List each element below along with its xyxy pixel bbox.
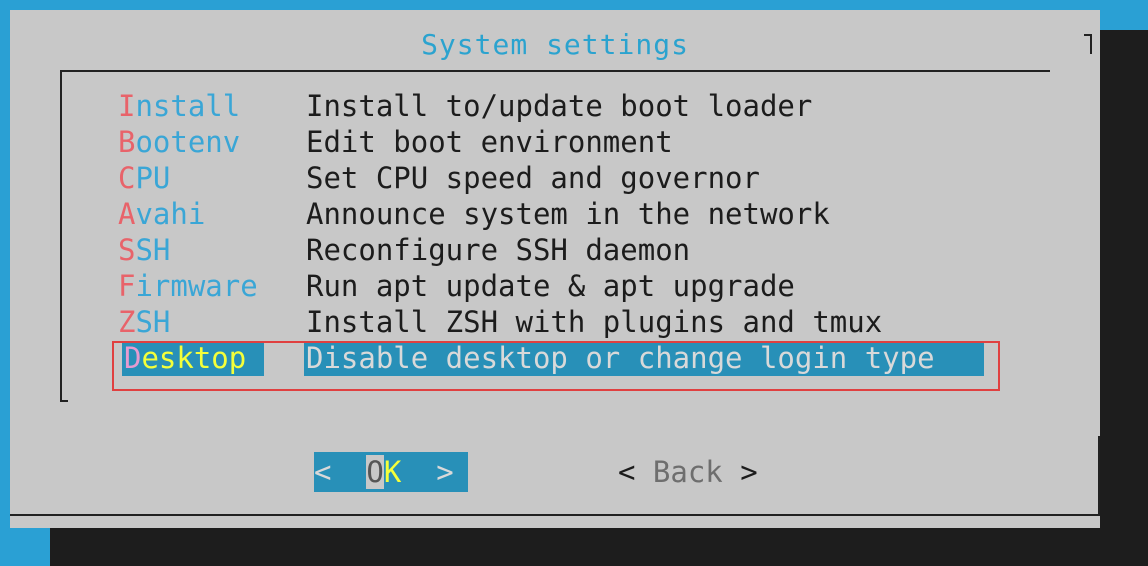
menu-frame-top	[60, 70, 1050, 72]
menu-item-tag-rest: vahi	[135, 197, 206, 231]
ok-button-right-bracket: >	[401, 455, 454, 489]
menu-item-tag: Install	[118, 88, 240, 124]
menu-item-tag: Avahi	[118, 196, 205, 232]
back-button-hotkey: B	[652, 455, 671, 489]
menu-item-hotkey: A	[118, 197, 136, 231]
menu-item-description: Install ZSH with plugins and tmux	[306, 305, 883, 339]
menu-item-description: Announce system in the network	[306, 197, 830, 231]
dialog-shadow-right	[1100, 30, 1148, 566]
menu-item-tag: SSH	[118, 232, 170, 268]
dialog-title: System settings	[421, 28, 689, 61]
back-button-left-bracket: <	[618, 455, 653, 489]
menu-item-tag-rest: ootenv	[135, 125, 241, 159]
menu-item-hotkey: Z	[118, 305, 136, 339]
ok-button-left-bracket: <	[314, 455, 367, 489]
menu-item-hotkey: B	[118, 125, 136, 159]
annotation-highlight-box	[112, 341, 1000, 391]
menu-item-description: Install to/update boot loader	[306, 89, 813, 123]
menu-frame-bottom-tick	[60, 400, 68, 402]
menu-frame-left	[60, 70, 62, 400]
dialog-frame-right-lower	[1098, 436, 1100, 516]
back-button-right-bracket: >	[722, 455, 758, 489]
menu-item-tag: ZSH	[118, 304, 170, 340]
menu-item-hotkey: I	[118, 89, 136, 123]
menu-item-tag: Firmware	[118, 268, 258, 304]
menu-item-tag-rest: PU	[135, 161, 171, 195]
menu-item-tag-rest: irmware	[135, 269, 258, 303]
menu-item-hotkey: C	[118, 161, 136, 195]
menu-item-tag: CPU	[118, 160, 170, 196]
menu-item-hotkey: F	[118, 269, 136, 303]
dialog-frame-top-right-tick	[1084, 34, 1092, 36]
dialog-shadow-bottom	[50, 528, 1148, 566]
dialog-frame-bottom	[10, 514, 1100, 516]
menu-item-hotkey: S	[118, 233, 136, 267]
ok-button-hotkey: K	[383, 455, 402, 489]
menu-item-tag-rest: SH	[135, 233, 171, 267]
menu-item-description: Reconfigure SSH daemon	[306, 233, 691, 267]
back-button-label-rest: ack	[670, 455, 723, 489]
ok-button-letter-o: O	[366, 455, 384, 489]
ok-button[interactable]: < OK >	[314, 452, 468, 492]
back-button[interactable]: < Back >	[618, 452, 758, 492]
menu-item-description: Edit boot environment	[306, 125, 673, 159]
menu-item-description: Set CPU speed and governor	[306, 161, 760, 195]
menu-item-tag-rest: nstall	[135, 89, 241, 123]
dialog-frame-top-right	[1090, 34, 1092, 54]
menu-item-description: Run apt update & apt upgrade	[306, 269, 795, 303]
terminal-screen: System settings Install Install to/updat…	[0, 0, 1148, 566]
menu-item-tag: Bootenv	[118, 124, 240, 160]
menu-item-tag-rest: SH	[135, 305, 171, 339]
